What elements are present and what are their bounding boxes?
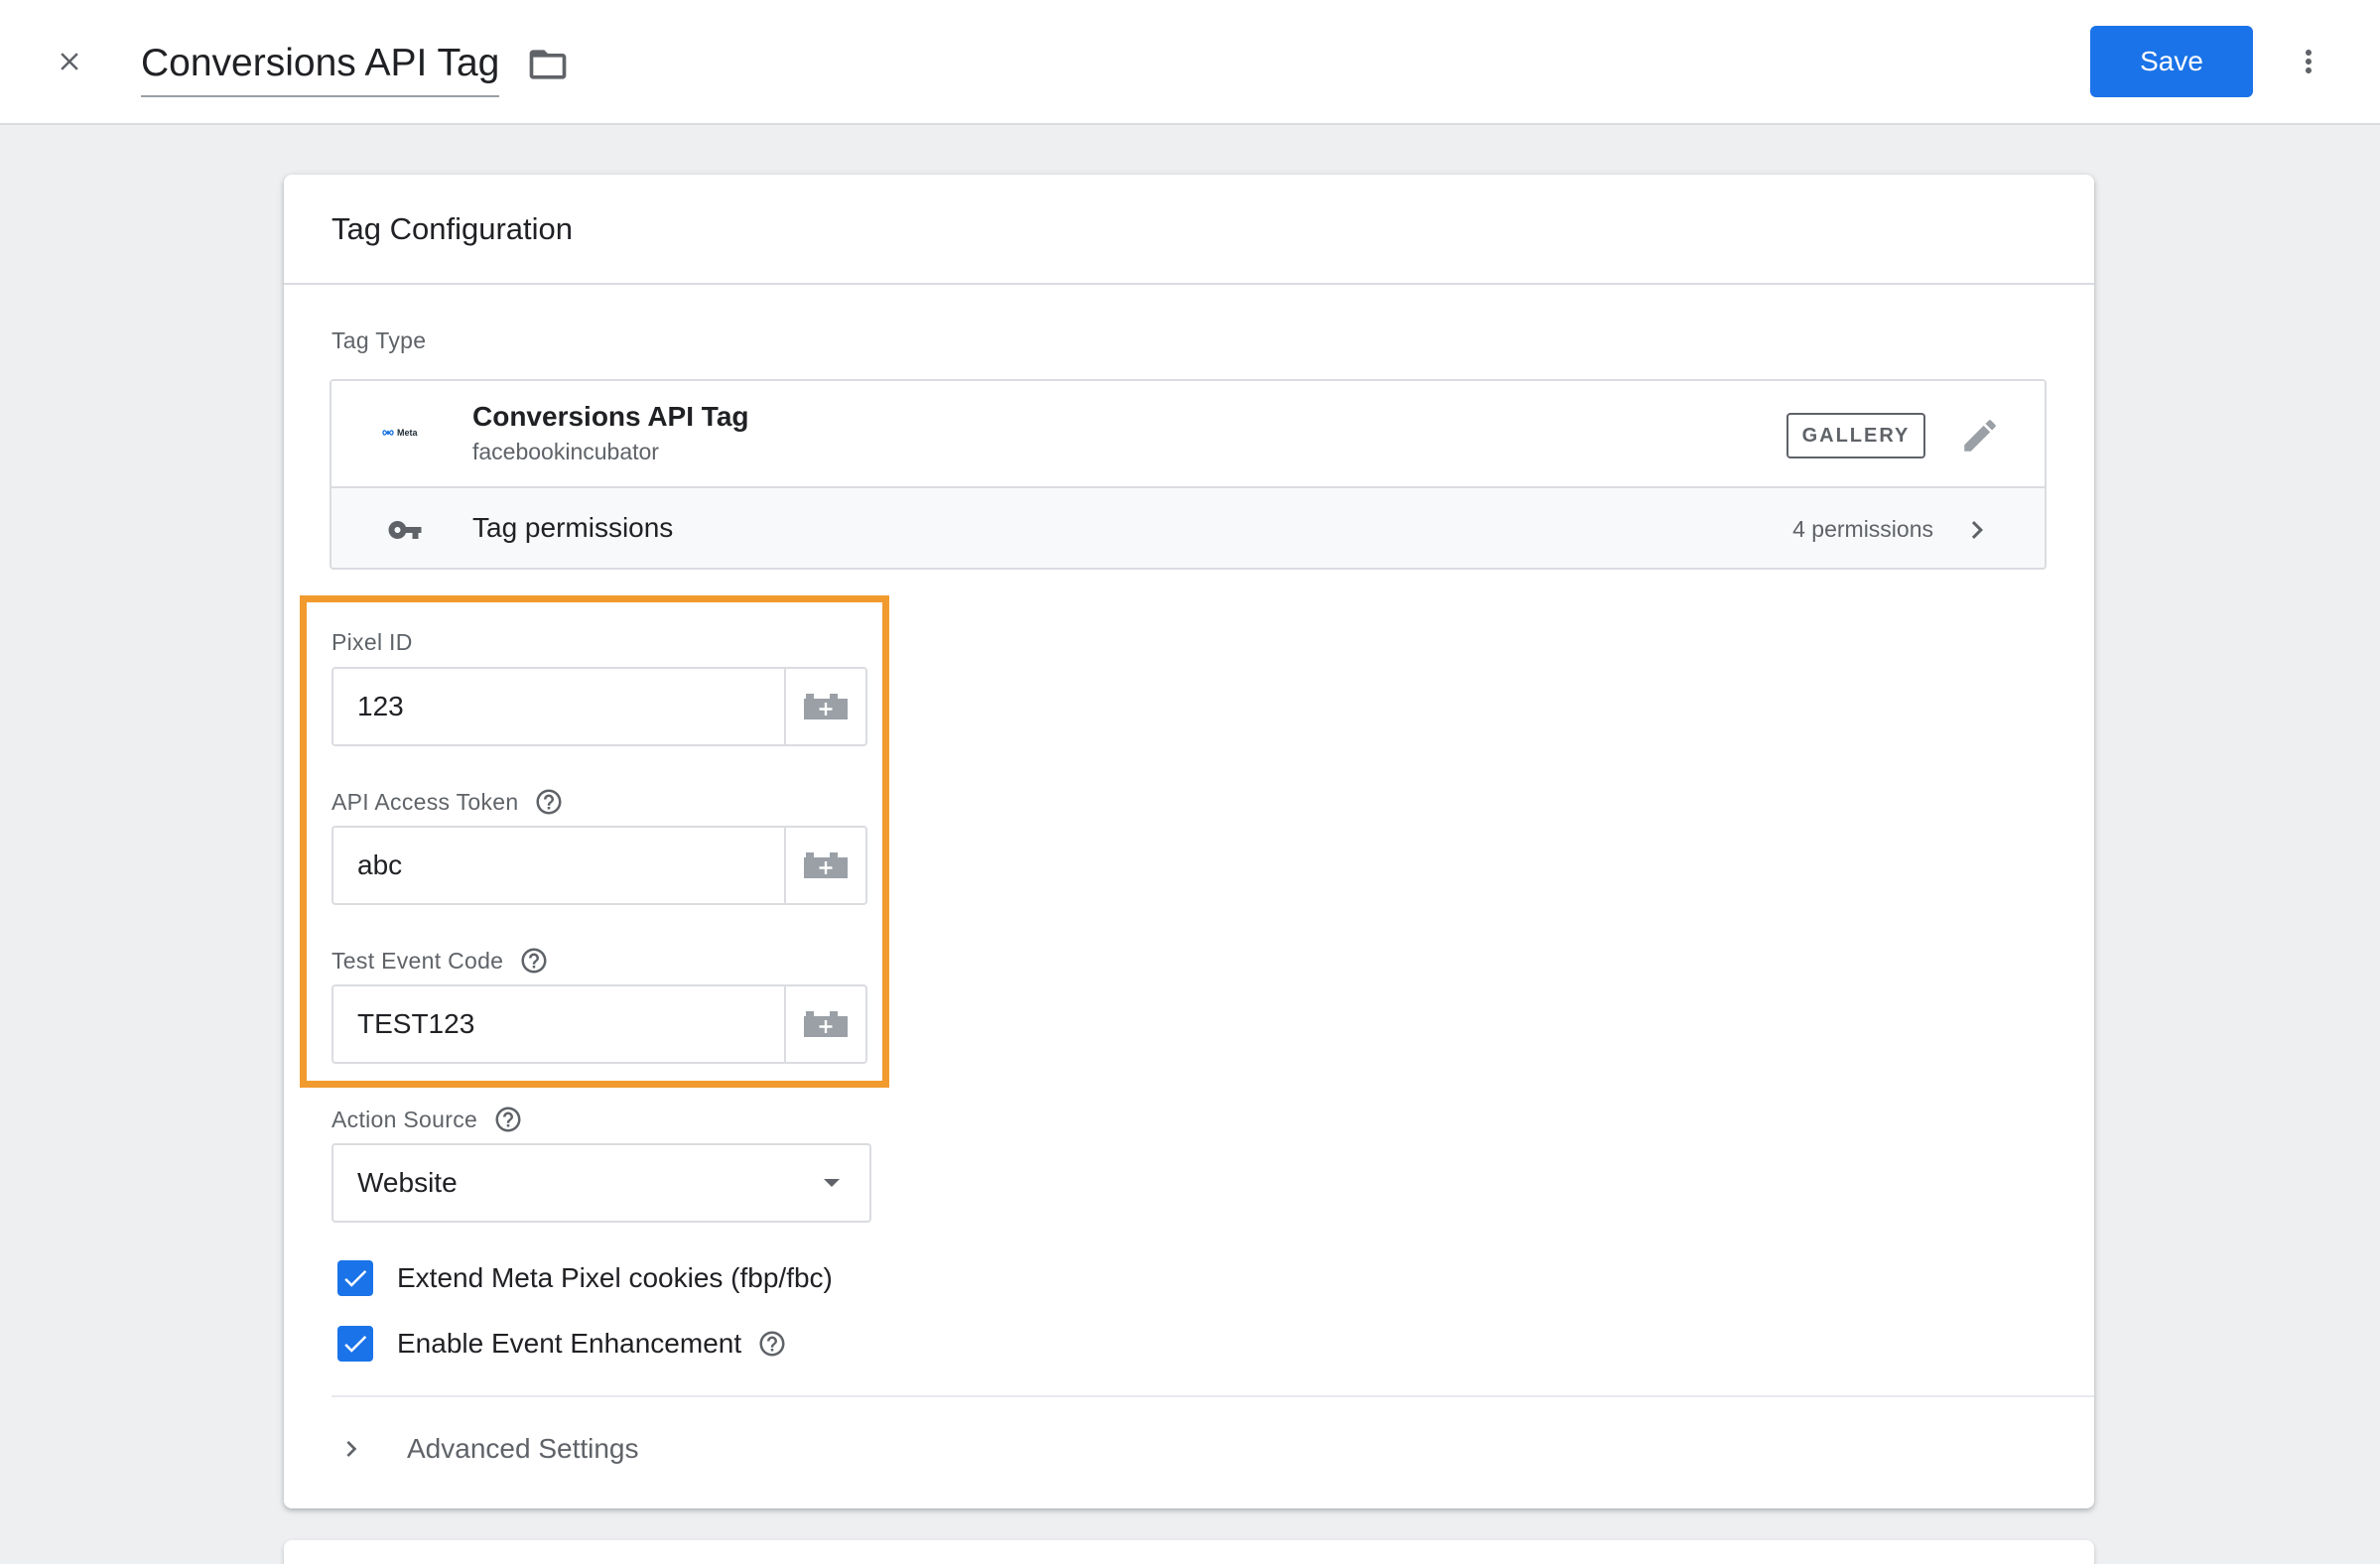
variable-icon (804, 694, 848, 719)
help-icon (759, 1331, 785, 1357)
pixel-id-label-text: Pixel ID (331, 629, 413, 655)
extend-cookies-checkbox[interactable] (337, 1260, 373, 1296)
tag-type-label: Tag Type (331, 327, 427, 353)
dropdown-arrow-icon (824, 1179, 840, 1187)
action-source-value: Website (357, 1167, 458, 1198)
action-source-help-button[interactable] (493, 1105, 523, 1134)
action-source-label: Action Source (331, 1105, 523, 1134)
card-title: Tag Configuration (331, 210, 573, 246)
tag-type-name: Conversions API Tag (472, 401, 749, 432)
api-access-token-variable-button[interactable] (784, 828, 865, 903)
advanced-settings-toggle[interactable]: Advanced Settings (335, 1419, 639, 1479)
test-event-code-label-text: Test Event Code (331, 947, 504, 974)
help-icon (495, 1107, 521, 1132)
tag-permissions-row[interactable]: Tag permissions 4 permissions (331, 488, 2045, 568)
key-icon (388, 521, 422, 539)
save-button[interactable]: Save (2090, 26, 2253, 97)
meta-logo-text: Meta (397, 428, 418, 438)
permissions-count: 4 permissions (1792, 516, 1933, 542)
pixel-id-variable-button[interactable] (784, 669, 865, 744)
folder-icon (529, 50, 567, 79)
tag-configuration-card: Tag Configuration Tag Type Meta Conversi… (284, 175, 2094, 1508)
meta-infinity-icon (382, 430, 394, 436)
event-enhancement-help-button[interactable] (757, 1329, 787, 1359)
variable-icon (804, 852, 848, 878)
page-title: Conversions API Tag (141, 42, 500, 84)
tag-type-row[interactable]: Meta Conversions API Tag facebookincubat… (331, 381, 2045, 488)
close-button[interactable] (44, 36, 95, 87)
api-access-token-label: API Access Token (331, 787, 564, 817)
enable-event-enhancement-checkbox-row[interactable]: Enable Event Enhancement (337, 1326, 787, 1362)
advanced-settings-label: Advanced Settings (407, 1433, 639, 1464)
api-access-token-field (331, 826, 867, 905)
tag-permissions-label: Tag permissions (472, 512, 674, 543)
test-event-code-field (331, 984, 867, 1064)
more-vert-icon (2306, 50, 2312, 73)
chevron-right-icon (346, 1441, 357, 1457)
variable-icon (804, 1011, 848, 1037)
more-options-button[interactable] (2283, 36, 2334, 87)
close-icon (61, 53, 78, 70)
help-icon (521, 948, 547, 974)
triggering-card (284, 1540, 2094, 1564)
check-icon (344, 1269, 367, 1287)
enable-event-enhancement-checkbox[interactable] (337, 1326, 373, 1362)
help-icon (536, 789, 562, 815)
api-access-token-help-button[interactable] (534, 787, 564, 817)
gallery-badge: GALLERY (1786, 413, 1925, 458)
test-event-code-input[interactable] (333, 986, 784, 1062)
tag-name-input[interactable]: Conversions API Tag (141, 38, 500, 97)
chevron-right-icon (1971, 521, 1983, 539)
meta-logo: Meta (381, 425, 425, 441)
extend-cookies-label: Extend Meta Pixel cookies (fbp/fbc) (397, 1262, 833, 1293)
tag-type-box: Meta Conversions API Tag facebookincubat… (330, 379, 2047, 570)
action-source-label-text: Action Source (331, 1106, 478, 1132)
enable-event-enhancement-label: Enable Event Enhancement (397, 1328, 742, 1359)
pencil-icon (1964, 420, 1996, 452)
top-bar: Conversions API Tag Save (0, 0, 2380, 125)
divider (331, 1395, 2094, 1397)
extend-cookies-checkbox-row[interactable]: Extend Meta Pixel cookies (fbp/fbc) (337, 1260, 833, 1296)
card-header: Tag Configuration (284, 175, 2094, 285)
action-source-select[interactable]: Website (331, 1143, 871, 1223)
pixel-id-label: Pixel ID (331, 629, 413, 656)
check-icon (344, 1335, 367, 1353)
api-access-token-input[interactable] (333, 828, 784, 903)
folder-button[interactable] (520, 40, 576, 89)
pixel-id-input[interactable] (333, 669, 784, 744)
api-access-token-label-text: API Access Token (331, 788, 519, 815)
pixel-id-field (331, 667, 867, 746)
test-event-code-help-button[interactable] (519, 946, 549, 976)
test-event-code-label: Test Event Code (331, 946, 549, 976)
edit-tag-type-button[interactable] (1955, 411, 2005, 460)
tag-type-publisher: facebookincubator (472, 439, 659, 464)
test-event-code-variable-button[interactable] (784, 986, 865, 1062)
